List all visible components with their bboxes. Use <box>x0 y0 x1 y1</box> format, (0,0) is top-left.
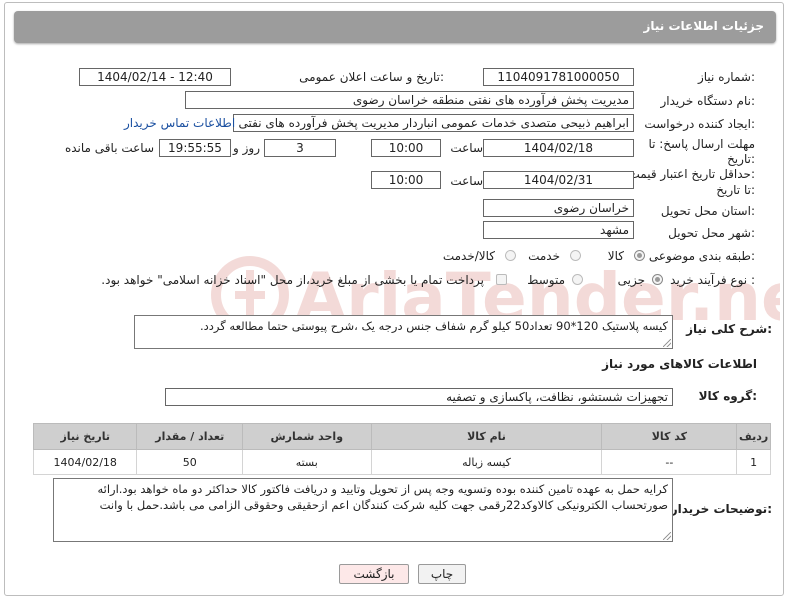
province-label: استان محل تحویل: <box>660 204 755 218</box>
category-option-goods: کالا <box>607 249 624 263</box>
price-time-field: 10:00 <box>371 171 441 189</box>
goods-table: تاریخ نیاز تعداد / مقدار واحد شمارش نام … <box>32 423 771 475</box>
buyer-org-label: نام دستگاه خریدار: <box>660 94 756 108</box>
creator-field: ابراهیم ذبیحی متصدی خدمات عمومی انباردار… <box>233 114 634 132</box>
process-radio-medium[interactable] <box>572 274 583 285</box>
buyer-org-field: مدیریت پخش فرآورده های نفتی منطقه خراسان… <box>185 91 634 109</box>
table-row[interactable]: 1404/02/18 50 بسته کیسه زباله -- 1 <box>32 449 771 475</box>
price-time-label: ساعت <box>450 174 483 188</box>
col-item-code: کد کالا <box>601 423 738 450</box>
buyer-notes-label: توضیحات خریدار: <box>670 502 772 516</box>
cell-unit: بسته <box>242 449 372 475</box>
process-option-minor: جزیی <box>617 273 645 287</box>
reply-time-label: ساعت <box>450 141 483 155</box>
col-need-date: تاریخ نیاز <box>32 423 138 450</box>
remaining-time-field: 19:55:55 <box>159 139 231 157</box>
reply-deadline-label-1: مهلت ارسال پاسخ: تا <box>648 137 755 151</box>
price-date-field: 1404/02/31 <box>483 171 634 189</box>
announce-date-label: تاریخ و ساعت اعلان عمومی: <box>299 70 444 84</box>
description-text: کیسه پلاستیک 120*90 تعداد50 کیلو گرم شفا… <box>200 319 668 333</box>
category-label: طبقه بندی موضوعی: <box>648 249 755 263</box>
city-field: مشهد <box>483 221 634 239</box>
resize-handle[interactable] <box>663 339 671 347</box>
reply-deadline-label-2: تاریخ: <box>727 152 755 166</box>
cell-item-code: -- <box>601 449 738 475</box>
category-option-both: کالا/خدمت <box>442 249 495 263</box>
cell-need-date: 1404/02/18 <box>32 449 138 475</box>
back-button[interactable]: بازگشت <box>339 564 409 584</box>
announce-date-field: 1404/02/14 - 12:40 <box>79 68 231 86</box>
buyer-contact-link[interactable]: اطلاعات تماس خریدار <box>124 116 235 130</box>
col-quantity: تعداد / مقدار <box>136 423 243 450</box>
description-label: شرح کلی نیاز: <box>686 322 772 336</box>
treasury-payment-checkbox[interactable] <box>496 274 507 285</box>
days-field: 3 <box>264 139 336 157</box>
goods-section-title: اطلاعات کالاهای مورد نیاز <box>602 357 757 371</box>
cell-quantity: 50 <box>136 449 243 475</box>
col-row: ردیف <box>736 423 771 450</box>
reply-time-field: 10:00 <box>371 139 441 157</box>
page-title: جزئیات اطلاعات نیاز <box>643 19 764 33</box>
process-label: نوع فرآیند خرید : <box>670 273 755 287</box>
process-radio-minor[interactable] <box>652 274 663 285</box>
province-field: خراسان رضوی <box>483 199 634 217</box>
creator-label: ایجاد کننده درخواست: <box>644 117 755 131</box>
goods-group-label: گروه کالا: <box>698 389 757 403</box>
cell-item-name: کیسه زباله <box>370 449 603 475</box>
print-button[interactable]: چاپ <box>418 564 466 584</box>
notes-resize-handle[interactable] <box>663 532 671 540</box>
price-deadline-label-1: حداقل تاریخ اعتبار قیمت: <box>628 167 755 181</box>
description-field: کیسه پلاستیک 120*90 تعداد50 کیلو گرم شفا… <box>134 315 673 349</box>
city-label: شهر محل تحویل: <box>668 226 755 240</box>
goods-group-field: تجهیزات شستشو، نظافت، پاکسازی و تصفیه <box>165 388 673 406</box>
category-radio-goods[interactable] <box>634 250 645 261</box>
buyer-notes-field: کرایه حمل به عهده تامین کننده بوده وتسوی… <box>53 478 673 542</box>
goods-table-header: تاریخ نیاز تعداد / مقدار واحد شمارش نام … <box>32 423 771 450</box>
col-unit: واحد شمارش <box>242 423 372 450</box>
buyer-notes-text: کرایه حمل به عهده تامین کننده بوده وتسوی… <box>97 482 668 512</box>
category-radio-service[interactable] <box>570 250 581 261</box>
title-bar: جزئیات اطلاعات نیاز <box>14 11 776 43</box>
reply-date-field: 1404/02/18 <box>483 139 634 157</box>
process-option-medium: متوسط <box>527 273 565 287</box>
category-radio-both[interactable] <box>505 250 516 261</box>
days-label: روز و <box>233 141 260 155</box>
need-number-field: 1104091781000050 <box>483 68 634 86</box>
category-option-service: خدمت <box>528 249 560 263</box>
need-number-label: شماره نیاز: <box>697 70 755 84</box>
treasury-payment-note: پرداخت تمام یا بخشی از مبلغ خرید،از محل … <box>101 273 484 287</box>
remaining-time-label: ساعت باقی مانده <box>64 141 154 155</box>
price-deadline-label-2: تا تاریخ: <box>716 183 755 197</box>
cell-row: 1 <box>736 449 771 475</box>
col-item-name: نام کالا <box>370 423 603 450</box>
